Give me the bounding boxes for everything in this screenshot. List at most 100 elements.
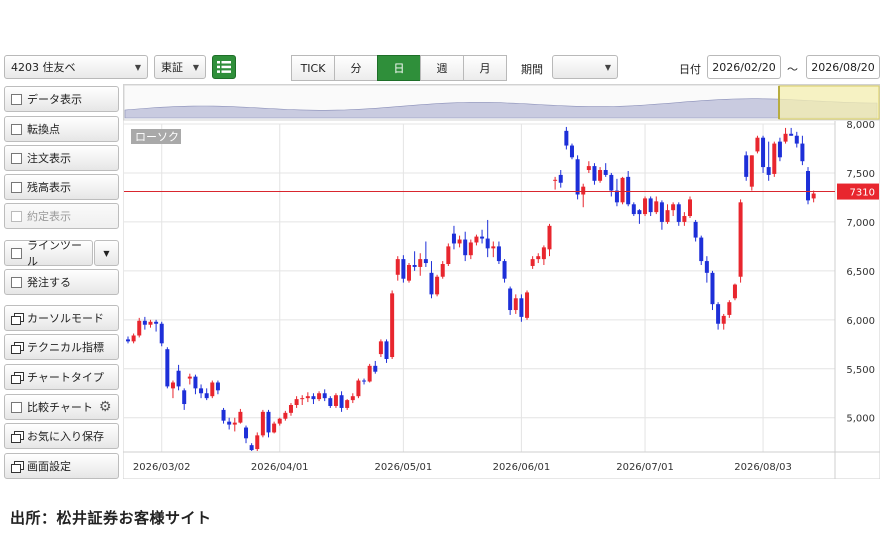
sidebar-item-cursor-mode[interactable]: カーソルモード bbox=[4, 305, 119, 331]
candle-body bbox=[322, 393, 327, 399]
candle-body bbox=[558, 174, 563, 183]
market-select[interactable]: 東証 ▼ bbox=[154, 55, 206, 79]
candle-body bbox=[333, 395, 338, 406]
candle-body bbox=[609, 174, 614, 191]
checkbox-icon bbox=[11, 123, 22, 135]
candle-body bbox=[800, 143, 805, 162]
candle-body bbox=[154, 321, 159, 324]
candle-body bbox=[755, 137, 760, 152]
checkbox-icon bbox=[11, 93, 22, 105]
candle-body bbox=[586, 166, 591, 171]
candle-body bbox=[311, 396, 316, 400]
sidebar-item-data-display[interactable]: データ表示 bbox=[4, 86, 119, 112]
sidebar-item-label: データ表示 bbox=[27, 93, 82, 106]
candle-body bbox=[738, 202, 743, 277]
period-label: 期間 bbox=[521, 63, 543, 76]
candle-body bbox=[710, 272, 715, 305]
candle-body bbox=[350, 396, 355, 401]
sidebar-item-label: 画面設定 bbox=[27, 460, 71, 473]
candle-body bbox=[553, 179, 558, 181]
candle-body bbox=[215, 382, 220, 391]
candle-body bbox=[777, 141, 782, 158]
candle-body bbox=[356, 380, 361, 397]
overview-navigator[interactable] bbox=[123, 84, 880, 121]
list-view-button[interactable] bbox=[212, 55, 236, 79]
symbol-select[interactable]: 4203 住友ベ ▼ bbox=[4, 55, 148, 79]
candle-body bbox=[541, 247, 546, 260]
sidebar-item-line-tool[interactable]: ラインツール bbox=[4, 239, 93, 268]
current-price-label: 7310 bbox=[850, 188, 875, 199]
candle-body bbox=[457, 239, 462, 244]
candle-body bbox=[159, 323, 164, 344]
sidebar-item-balance-display[interactable]: 残高表示 bbox=[4, 174, 119, 200]
tab-week[interactable]: 週 bbox=[420, 55, 464, 81]
candle-body bbox=[288, 405, 293, 413]
candle-body bbox=[126, 339, 130, 342]
candle-body bbox=[227, 421, 232, 425]
period-select[interactable]: ▼ bbox=[552, 55, 618, 79]
candle-body bbox=[283, 412, 288, 419]
date-from-field[interactable]: 2026/02/20 bbox=[707, 55, 781, 79]
candle-body bbox=[519, 298, 524, 317]
source-caption: 出所：松井証券お客様サイト bbox=[10, 509, 212, 527]
candle-body bbox=[603, 170, 608, 175]
sidebar-item-screen-settings[interactable]: 画面設定 bbox=[4, 453, 119, 479]
candle-body bbox=[749, 155, 754, 187]
gear-icon[interactable]: ⚙ bbox=[99, 399, 112, 415]
y-tick-label: 5,500 bbox=[846, 365, 875, 376]
candle-body bbox=[451, 233, 456, 244]
candle-body bbox=[575, 159, 580, 195]
sidebar-item-place-order[interactable]: 発注する bbox=[4, 269, 119, 295]
candle-body bbox=[131, 335, 136, 342]
candle-body bbox=[772, 143, 777, 174]
candle-body bbox=[165, 349, 170, 387]
checkbox-icon bbox=[11, 210, 22, 222]
candle-body bbox=[193, 376, 198, 389]
candle-body bbox=[811, 193, 816, 199]
candle-body bbox=[766, 167, 771, 175]
candle-body bbox=[390, 293, 395, 358]
candle-body bbox=[564, 130, 569, 146]
tab-minute[interactable]: 分 bbox=[334, 55, 378, 81]
candle-body bbox=[704, 261, 709, 273]
candle-body bbox=[187, 376, 192, 379]
candle-body bbox=[626, 176, 631, 205]
x-tick-label: 2026/08/03 bbox=[734, 462, 792, 473]
candle-body bbox=[367, 365, 372, 382]
sidebar-item-save-favorite[interactable]: お気に入り保存 bbox=[4, 423, 119, 449]
tab-month[interactable]: 月 bbox=[463, 55, 507, 81]
checkbox-icon bbox=[11, 247, 22, 259]
candle-body bbox=[418, 259, 423, 267]
y-tick-label: 8,000 bbox=[846, 120, 875, 131]
date-separator: 〜 bbox=[787, 63, 798, 76]
sidebar-item-order-display[interactable]: 注文表示 bbox=[4, 145, 119, 171]
candle-body bbox=[435, 276, 440, 295]
sidebar-item-compare-chart[interactable]: 比較チャート ⚙ bbox=[4, 394, 119, 420]
sidebar-item-technical-indicators[interactable]: テクニカル指標 bbox=[4, 334, 119, 360]
candle-body bbox=[474, 236, 479, 243]
candle-body bbox=[170, 382, 175, 389]
candle-body bbox=[637, 210, 642, 215]
candle-body bbox=[721, 315, 726, 324]
candle-body bbox=[547, 225, 552, 250]
candle-body bbox=[148, 321, 153, 325]
date-to-field[interactable]: 2026/08/20 bbox=[806, 55, 880, 79]
x-tick-label: 2026/06/01 bbox=[493, 462, 551, 473]
sidebar-item-turning-point[interactable]: 転換点 bbox=[4, 116, 119, 142]
tab-tick[interactable]: TICK bbox=[291, 55, 335, 81]
candle-body bbox=[480, 236, 485, 239]
candle-body bbox=[446, 246, 451, 265]
y-tick-label: 7,000 bbox=[846, 218, 875, 229]
sidebar-item-chart-type[interactable]: チャートタイプ bbox=[4, 364, 119, 390]
candle-body bbox=[463, 239, 468, 256]
tab-day[interactable]: 日 bbox=[377, 55, 421, 81]
window-icon bbox=[11, 312, 24, 325]
candle-body bbox=[614, 190, 619, 203]
chart-frame bbox=[123, 84, 880, 479]
candlestick-chart[interactable]: 8,000 7,500 7,000 6,500 6,000 5,500 5,000 2026/… bbox=[123, 84, 880, 479]
chevron-down-icon: ▼ bbox=[103, 248, 110, 258]
candle-body bbox=[210, 382, 215, 397]
candle-body bbox=[176, 370, 181, 387]
candle-body bbox=[468, 242, 473, 256]
line-tool-dropdown[interactable]: ▼ bbox=[94, 240, 119, 266]
